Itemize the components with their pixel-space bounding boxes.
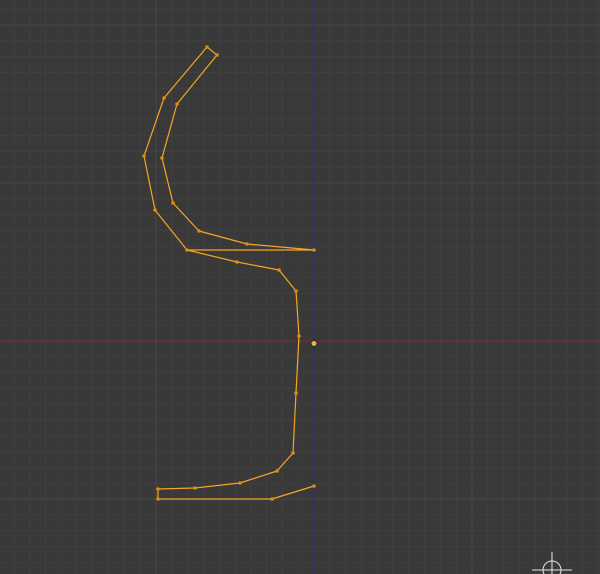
mesh-vertex[interactable]	[294, 391, 298, 395]
mesh-vertex[interactable]	[160, 156, 164, 160]
mesh-vertex[interactable]	[156, 497, 160, 501]
mesh-edge-loop[interactable]	[143, 46, 315, 251]
mesh-vertex[interactable]	[215, 53, 219, 57]
mesh-profile-outline[interactable]	[142, 45, 316, 501]
mesh-vertex[interactable]	[312, 484, 316, 488]
mesh-vertex[interactable]	[312, 248, 316, 252]
mesh-vertex[interactable]	[291, 451, 295, 455]
mesh-vertex[interactable]	[153, 208, 157, 212]
mesh-vertex[interactable]	[197, 229, 201, 233]
mesh-vertex[interactable]	[297, 334, 301, 338]
mesh-vertex[interactable]	[238, 481, 242, 485]
mesh-vertex[interactable]	[185, 248, 189, 252]
mesh-vertex[interactable]	[175, 102, 179, 106]
mesh-vertex[interactable]	[205, 45, 209, 49]
mesh-vertex[interactable]	[245, 242, 249, 246]
mesh-vertex[interactable]	[270, 497, 274, 501]
mesh-vertex[interactable]	[171, 201, 175, 205]
mesh-vertex[interactable]	[235, 260, 239, 264]
mesh-edge-strip[interactable]	[157, 249, 315, 500]
mesh-vertex[interactable]	[277, 268, 281, 272]
3d-viewport[interactable]	[0, 0, 600, 574]
origin-icon[interactable]	[310, 340, 318, 347]
mesh-vertex[interactable]	[193, 486, 197, 490]
viewport-canvas[interactable]	[0, 0, 600, 574]
mesh-vertex[interactable]	[275, 469, 279, 473]
mesh-vertices[interactable]	[142, 45, 316, 501]
grid	[0, 0, 600, 574]
mesh-vertex[interactable]	[156, 487, 160, 491]
mesh-vertex[interactable]	[294, 289, 298, 293]
mesh-vertex[interactable]	[142, 154, 146, 158]
navigation-gizmo-icon[interactable]	[532, 552, 572, 574]
mesh-vertex[interactable]	[162, 96, 166, 100]
